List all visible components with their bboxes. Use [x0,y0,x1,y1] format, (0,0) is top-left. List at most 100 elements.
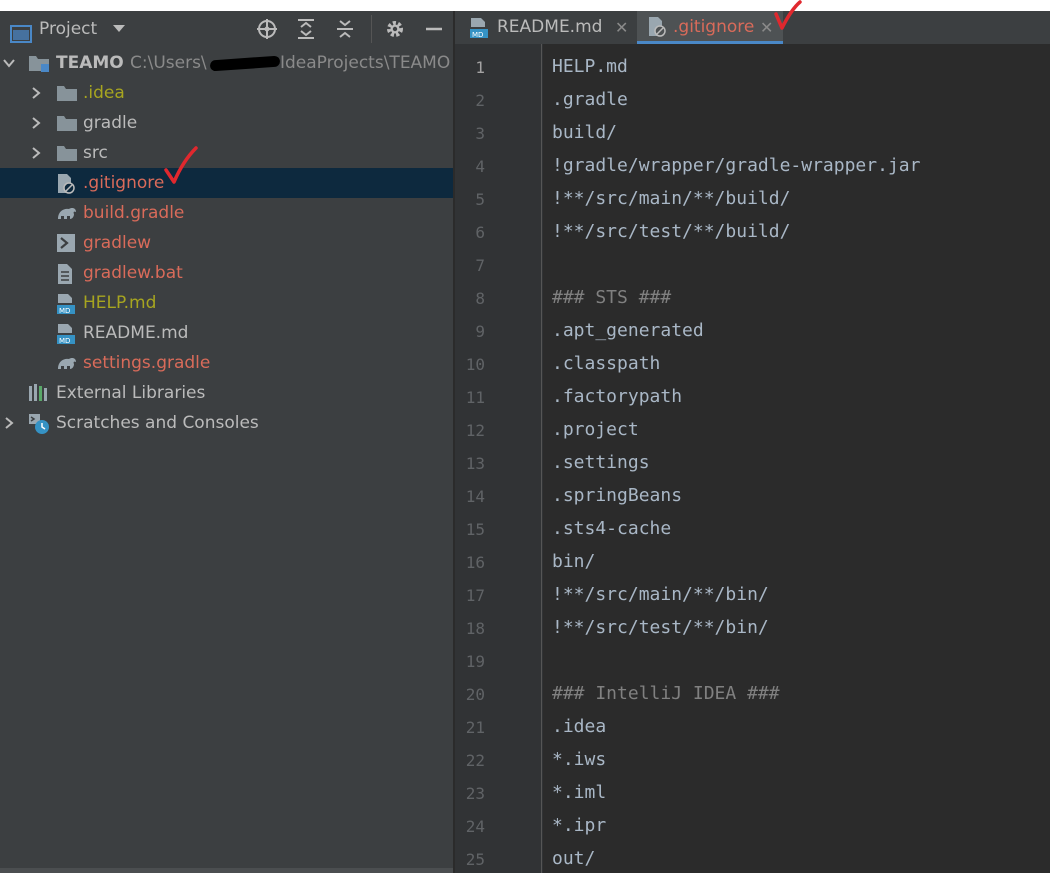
code-line[interactable]: build/ [552,122,617,143]
tree-item-label: gradle [83,113,138,133]
line-number: 21 [465,718,485,737]
minimize-icon[interactable] [421,11,447,47]
line-number: 13 [465,454,485,473]
markdown-file-icon: MD [56,293,76,315]
svg-text:MD: MD [59,307,70,315]
external-libraries-label: External Libraries [56,383,206,403]
locate-icon[interactable] [254,11,280,47]
line-number: 18 [465,619,485,638]
code-line[interactable]: *.ipr [552,815,606,836]
tree-item[interactable]: gradlew.bat [0,258,453,288]
code-line[interactable]: !**/src/test/**/bin/ [552,617,769,638]
collapse-all-icon[interactable] [332,11,358,47]
chevron-right-icon[interactable] [28,108,44,138]
chevron-right-icon[interactable] [1,408,17,438]
svg-text:MD: MD [472,31,483,39]
annotation-checkmark-icon [162,144,200,190]
project-panel-header: Project [0,11,453,47]
code-line[interactable]: .sts4-cache [552,518,671,539]
code-line[interactable]: !**/src/main/**/bin/ [552,584,769,605]
tree-item[interactable]: build.gradle [0,198,453,228]
close-icon[interactable]: ✕ [615,11,628,44]
library-icon [28,383,48,403]
scratches-icon [28,413,49,434]
code-line[interactable]: .idea [552,716,606,737]
gutter-separator [541,44,542,873]
code-line[interactable]: *.iws [552,749,606,770]
code-line[interactable]: .factorypath [552,386,682,407]
tree-item-label: settings.gradle [83,353,211,373]
scratches-label: Scratches and Consoles [56,413,259,433]
ignore-file-icon [56,173,76,194]
tree-external-libraries[interactable]: External Libraries [0,378,453,408]
tree-item[interactable]: .gitignore [0,168,453,198]
code-line[interactable]: .classpath [552,353,660,374]
tab-gitignore[interactable]: .gitignore ✕ [637,11,783,44]
shell-file-icon [56,233,76,253]
line-number: 23 [465,784,485,803]
tab-readme-label: README.md [497,17,603,37]
chevron-right-icon[interactable] [28,138,44,168]
root-name: TEAMO [56,53,124,73]
line-number: 8 [475,289,485,308]
line-number: 4 [475,157,485,176]
tree-item[interactable]: MD README.md [0,318,453,348]
line-number: 22 [465,751,485,770]
line-number: 16 [465,553,485,572]
editor-tab-bar: MD README.md ✕ .gitignore ✕ [455,0,1050,44]
line-number: 9 [475,322,485,341]
tree-item[interactable]: src [0,138,453,168]
line-number: 7 [475,256,485,275]
code-line[interactable]: .springBeans [552,485,682,506]
horizontal-scrollbar[interactable] [0,868,453,873]
code-editor[interactable]: 1 2 3 4 5 6 7 8 9 10 11 12 13 14 15 16 17 18 19 20 21 22 23 24 2… [455,44,1050,873]
code-line[interactable]: ### STS ### [552,287,671,308]
root-path-start: C:\Users\ [130,53,207,73]
line-number: 17 [465,586,485,605]
tree-item-label: HELP.md [83,293,157,313]
code-line[interactable]: !**/src/main/**/build/ [552,188,790,209]
code-line[interactable]: HELP.md [552,56,628,77]
line-number-gutter: 1 2 3 4 5 6 7 8 9 10 11 12 13 14 15 16 17 18 19 20 21 22 23 24 2… [455,44,543,873]
chevron-right-icon[interactable] [28,78,44,108]
tab-readme[interactable]: MD README.md ✕ [465,11,635,44]
line-number: 3 [475,124,485,143]
expand-all-icon[interactable] [293,11,319,47]
code-line[interactable]: ### IntelliJ IDEA ### [552,683,780,704]
tree-item[interactable]: .idea [0,78,453,108]
redaction-scribble [209,55,281,72]
tree-item[interactable]: MD HELP.md [0,288,453,318]
code-line[interactable]: !**/src/test/**/build/ [552,221,790,242]
line-number: 6 [475,223,485,242]
project-view-title[interactable]: Project [39,11,97,47]
code-line[interactable]: *.iml [552,782,606,803]
tree-item-label: .gitignore [83,173,165,193]
tab-gitignore-label: .gitignore [673,17,755,37]
gear-icon[interactable] [382,11,408,47]
tree-item[interactable]: settings.gradle [0,348,453,378]
tree-item-label: gradlew.bat [83,263,183,283]
line-number: 24 [465,817,485,836]
tree-item-label: .idea [83,83,125,103]
module-folder-icon [28,53,49,73]
code-line[interactable]: .apt_generated [552,320,704,341]
folder-icon [56,113,77,133]
toolbar-separator [371,15,372,43]
code-line[interactable]: .project [552,419,639,440]
tree-root-teamo[interactable]: TEAMO C:\Users\ IdeaProjects\TEAMO [0,48,453,78]
tree-item-label: README.md [83,323,189,343]
code-line[interactable]: bin/ [552,551,595,572]
project-view-icon [10,20,32,43]
chevron-down-icon[interactable] [1,48,17,78]
tree-item[interactable]: gradlew [0,228,453,258]
tree-scratches[interactable]: Scratches and Consoles [0,408,453,438]
code-line[interactable]: .gradle [552,89,628,110]
close-icon[interactable]: ✕ [760,11,773,44]
folder-icon [56,143,77,163]
tree-item[interactable]: gradle [0,108,453,138]
code-line[interactable]: .settings [552,452,650,473]
gradle-file-icon [56,353,76,373]
code-line[interactable]: !gradle/wrapper/gradle-wrapper.jar [552,155,920,176]
code-line[interactable]: out/ [552,848,595,869]
project-view-dropdown-icon[interactable] [112,11,126,47]
